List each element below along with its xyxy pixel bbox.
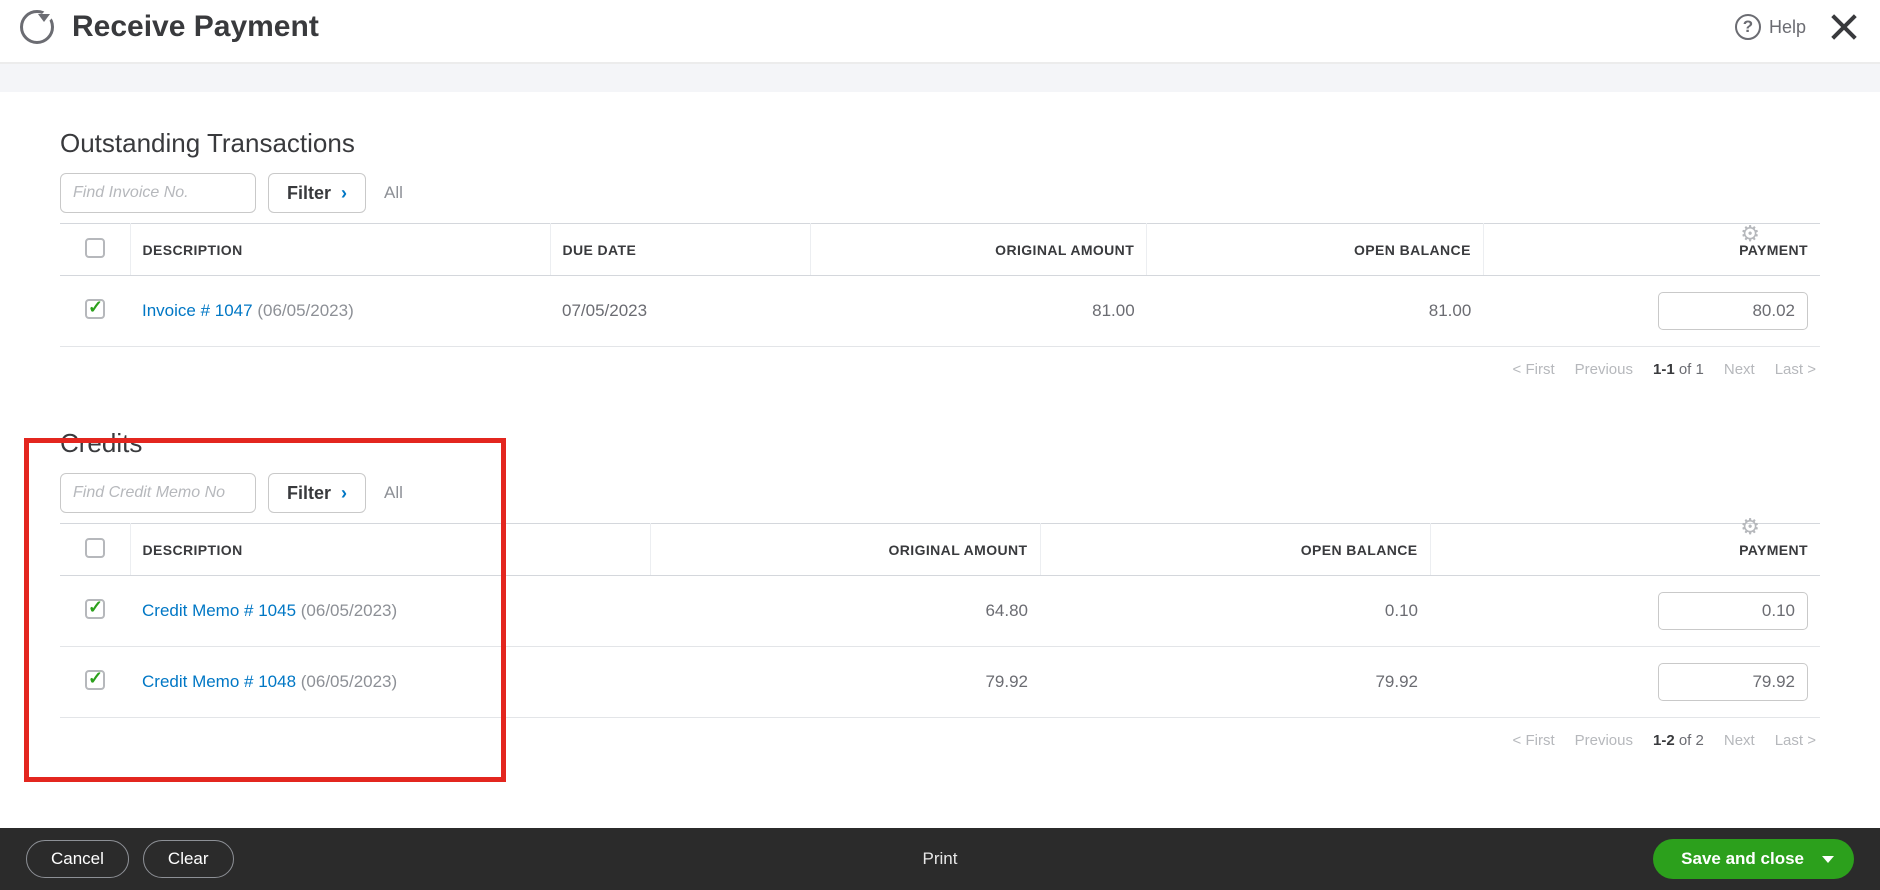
help-label: Help: [1769, 17, 1806, 38]
outstanding-pager: < First Previous 1-1 of 1 Next Last >: [60, 347, 1820, 378]
band-divider: [0, 64, 1880, 92]
gear-icon[interactable]: ⚙: [1740, 221, 1760, 247]
find-credit-input[interactable]: [60, 473, 256, 513]
caret-down-icon: [1822, 856, 1834, 863]
col-description: DESCRIPTION: [130, 524, 650, 576]
invoice-link[interactable]: Invoice # 1047: [142, 301, 253, 320]
pager-last[interactable]: Last >: [1775, 732, 1816, 749]
row-checkbox[interactable]: [85, 670, 105, 690]
col-description: DESCRIPTION: [130, 224, 550, 276]
filter-scope: All: [384, 483, 403, 503]
pager-next[interactable]: Next: [1724, 361, 1755, 378]
chevron-right-icon: ›: [341, 183, 347, 204]
credits-title: Credits: [60, 428, 1820, 459]
cancel-button[interactable]: Cancel: [26, 840, 129, 878]
pager-last[interactable]: Last >: [1775, 361, 1816, 378]
pager-next[interactable]: Next: [1724, 732, 1755, 749]
col-open-balance: OPEN BALANCE: [1147, 224, 1484, 276]
open-balance: 79.92: [1040, 647, 1430, 718]
credit-date: (06/05/2023): [301, 601, 397, 620]
col-payment: PAYMENT: [1430, 524, 1820, 576]
row-checkbox[interactable]: [85, 299, 105, 319]
credits-pager: < First Previous 1-2 of 2 Next Last >: [60, 718, 1820, 749]
credit-date: (06/05/2023): [301, 672, 397, 691]
invoice-date: (06/05/2023): [257, 301, 353, 320]
gear-icon[interactable]: ⚙: [1740, 514, 1760, 540]
help-icon: ?: [1735, 14, 1761, 40]
outstanding-title: Outstanding Transactions: [60, 128, 1820, 159]
col-due-date: DUE DATE: [550, 224, 810, 276]
select-all-outstanding[interactable]: [85, 238, 105, 258]
print-button[interactable]: Print: [923, 849, 958, 869]
history-icon[interactable]: [20, 10, 54, 44]
chevron-right-icon: ›: [341, 483, 347, 504]
payment-input[interactable]: [1658, 592, 1808, 630]
table-row: Credit Memo # 1048 (06/05/2023) 79.92 79…: [60, 647, 1820, 718]
outstanding-section: Outstanding Transactions Filter › All ⚙: [60, 128, 1820, 378]
col-open-balance: OPEN BALANCE: [1040, 524, 1430, 576]
clear-button[interactable]: Clear: [143, 840, 234, 878]
payment-input[interactable]: [1658, 663, 1808, 701]
select-all-credits[interactable]: [85, 538, 105, 558]
page-title: Receive Payment: [72, 10, 319, 44]
original-amount: 81.00: [810, 276, 1147, 347]
credits-table: DESCRIPTION ORIGINAL AMOUNT OPEN BALANCE…: [60, 523, 1820, 718]
open-balance: 81.00: [1147, 276, 1484, 347]
pager-previous[interactable]: Previous: [1575, 732, 1633, 749]
footer-bar: Cancel Clear Print Save and close: [0, 828, 1880, 890]
open-balance: 0.10: [1040, 576, 1430, 647]
help-button[interactable]: ? Help: [1735, 14, 1806, 40]
outstanding-table: DESCRIPTION DUE DATE ORIGINAL AMOUNT OPE…: [60, 223, 1820, 347]
page-header: Receive Payment ? Help: [0, 0, 1880, 64]
filter-outstanding-button[interactable]: Filter ›: [268, 173, 366, 213]
original-amount: 64.80: [650, 576, 1040, 647]
payment-input[interactable]: [1658, 292, 1808, 330]
due-date: 07/05/2023: [550, 276, 810, 347]
find-invoice-input[interactable]: [60, 173, 256, 213]
credit-link[interactable]: Credit Memo # 1045: [142, 601, 296, 620]
credit-link[interactable]: Credit Memo # 1048: [142, 672, 296, 691]
col-original-amount: ORIGINAL AMOUNT: [810, 224, 1147, 276]
col-original-amount: ORIGINAL AMOUNT: [650, 524, 1040, 576]
original-amount: 79.92: [650, 647, 1040, 718]
pager-first[interactable]: < First: [1513, 361, 1555, 378]
table-row: Invoice # 1047 (06/05/2023) 07/05/2023 8…: [60, 276, 1820, 347]
pager-previous[interactable]: Previous: [1575, 361, 1633, 378]
pager-first[interactable]: < First: [1513, 732, 1555, 749]
row-checkbox[interactable]: [85, 599, 105, 619]
credits-section: Credits Filter › All ⚙ DESCRIPTION ORIGI…: [60, 428, 1820, 749]
close-button[interactable]: [1828, 11, 1860, 43]
filter-credits-button[interactable]: Filter ›: [268, 473, 366, 513]
table-row: Credit Memo # 1045 (06/05/2023) 64.80 0.…: [60, 576, 1820, 647]
save-and-close-button[interactable]: Save and close: [1653, 839, 1854, 879]
filter-scope: All: [384, 183, 403, 203]
col-payment: PAYMENT: [1483, 224, 1820, 276]
